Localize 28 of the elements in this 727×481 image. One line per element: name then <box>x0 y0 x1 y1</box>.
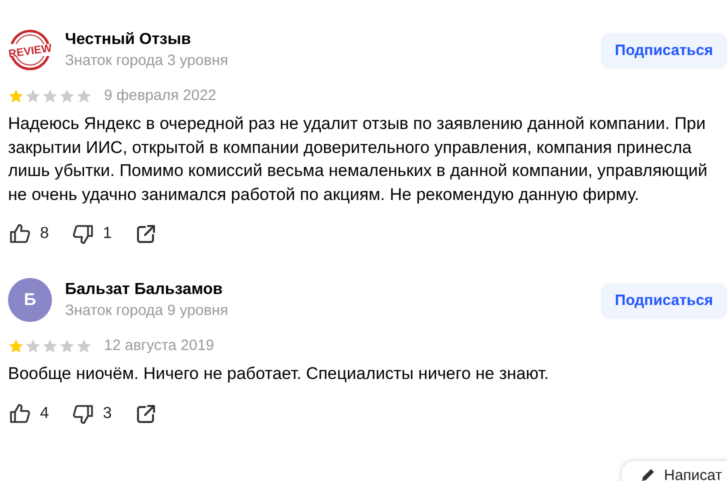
star-icon <box>42 338 58 354</box>
subscribe-button[interactable]: Подписаться <box>600 283 727 319</box>
pencil-icon <box>640 467 656 481</box>
dislike-button[interactable]: 1 <box>70 222 112 246</box>
dislike-button[interactable]: 3 <box>70 402 112 426</box>
star-icon <box>76 88 92 104</box>
star-icon <box>42 88 58 104</box>
author-level: Знаток города 3 уровня <box>65 52 230 69</box>
avatar: Б <box>8 278 52 322</box>
star-icon <box>25 88 41 104</box>
review-text: Вообще ниочём. Ничего не работает. Специалисты ничего не знают. <box>8 363 550 385</box>
star-icon <box>8 88 24 104</box>
subscribe-button[interactable]: Подписаться <box>600 33 727 69</box>
review-text: Надеюсь Яндекс в очередной раз не удалит отзыв по заявлению данной компании. При закрытии ИИС, открытой в компании доверительного управления, компания принесла лишь убытки. Помимо комиссий весьма немаленьких в данной компании, управляющий не очень удачно занимался работой по акциям. Не рекомендую данную фирму. <box>8 113 708 206</box>
write-review-button[interactable]: Написат <box>622 461 727 481</box>
star-icon <box>8 338 24 354</box>
star-icon <box>76 338 92 354</box>
author-name[interactable]: Честный Отзыв <box>65 31 588 49</box>
author-name[interactable]: Бальзат Бальзамов <box>65 281 588 299</box>
star-icon <box>59 338 75 354</box>
review-date: 9 февраля 2022 <box>104 87 216 104</box>
like-button[interactable]: 4 <box>8 402 49 426</box>
like-button[interactable]: 8 <box>8 222 49 246</box>
author-level: Знаток города 9 уровня <box>65 302 230 319</box>
star-icon <box>59 88 75 104</box>
stamp-logo: REVIEW <box>8 28 52 72</box>
star-icon <box>25 338 41 354</box>
review-date: 12 августа 2019 <box>104 337 214 354</box>
